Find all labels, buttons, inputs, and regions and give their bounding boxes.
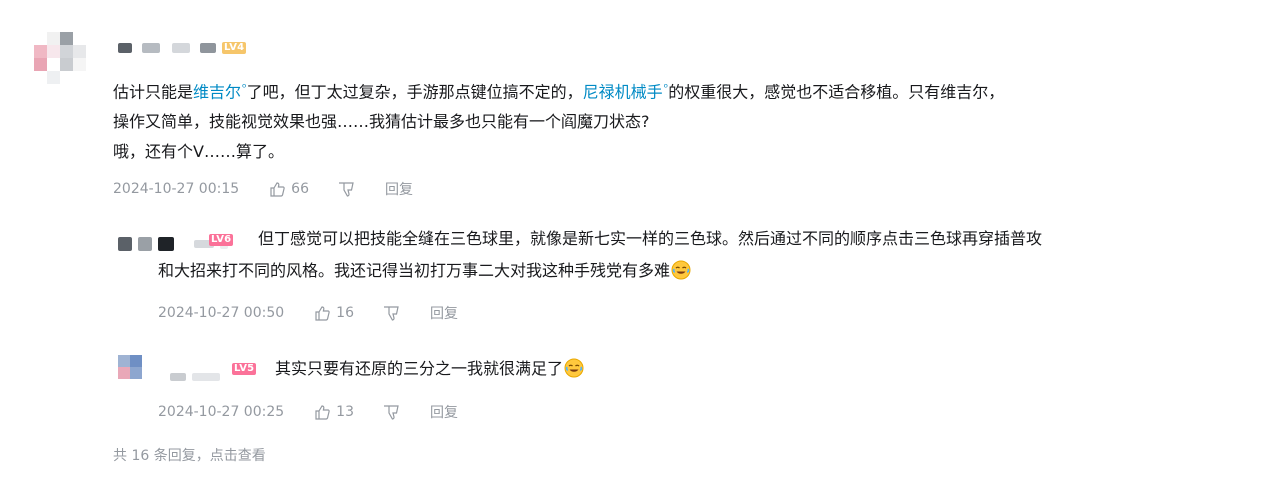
dislike-button[interactable] bbox=[382, 305, 400, 321]
reply-button[interactable]: 回复 bbox=[430, 303, 458, 323]
like-button[interactable]: 13 bbox=[314, 404, 354, 420]
like-count: 13 bbox=[336, 404, 354, 420]
username[interactable]: LV4 bbox=[118, 42, 247, 54]
reply-meta: 2024-10-27 00:25 13 回复 bbox=[158, 402, 458, 422]
reply-username[interactable] bbox=[170, 373, 220, 381]
comment-time: 2024-10-27 00:15 bbox=[113, 181, 240, 197]
like-count: 66 bbox=[291, 181, 309, 197]
like-button[interactable]: 16 bbox=[314, 305, 354, 321]
thumb-down-icon bbox=[339, 182, 354, 197]
reply-time: 2024-10-27 00:50 bbox=[158, 305, 285, 321]
reply-body: 但丁感觉可以把技能全缝在三色球里，就像是新七实一样的三色球。然后通过不同的顺序点… bbox=[158, 223, 1268, 287]
comment-meta: 2024-10-27 00:15 66 回复 bbox=[113, 179, 413, 199]
comment-body: 估计只能是维吉尔ᵒ了吧，但丁太过复杂，手游那点键位搞不定的，尼禄机械手ᵒ的权重很… bbox=[113, 73, 1263, 167]
thumb-up-icon bbox=[315, 306, 330, 321]
avatar[interactable] bbox=[34, 32, 86, 84]
like-count: 16 bbox=[336, 305, 354, 321]
reply-meta: 2024-10-27 00:50 16 回复 bbox=[158, 303, 458, 323]
dislike-button[interactable] bbox=[337, 181, 355, 197]
comment-text: 估计只能是 bbox=[113, 82, 194, 102]
laugh-cry-emoji bbox=[564, 357, 584, 378]
comment-text: 操作又简单，技能视觉效果也强……我猜估计最多也只能有一个阎魔刀状态? bbox=[113, 112, 650, 132]
reply-text: 其实只要有还原的三分之一我就很满足了 bbox=[275, 359, 564, 378]
like-button[interactable]: 66 bbox=[269, 181, 309, 197]
comment-text: 的权重很大，感觉也不适合移植。只有维吉尔， bbox=[668, 82, 1005, 102]
reply-button[interactable]: 回复 bbox=[430, 402, 458, 422]
reply-avatar[interactable] bbox=[118, 355, 154, 391]
reply-text: 但丁感觉可以把技能全缝在三色球里，就像是新七实一样的三色球。然后通过不同的顺序点… bbox=[258, 229, 1043, 248]
level-badge: LV5 bbox=[232, 363, 257, 375]
thumb-down-icon bbox=[384, 405, 399, 420]
level-badge: LV4 bbox=[222, 42, 247, 54]
thumb-down-icon bbox=[384, 306, 399, 321]
dislike-button[interactable] bbox=[382, 404, 400, 420]
reply-button[interactable]: 回复 bbox=[385, 179, 413, 199]
comment-text: 哦，还有个V……算了。 bbox=[113, 142, 284, 162]
reply-text: 和大招来打不同的风格。我还记得当初打万事二大对我这种手残党有多难 bbox=[158, 261, 671, 280]
reply-time: 2024-10-27 00:25 bbox=[158, 404, 285, 420]
reply-body: 其实只要有还原的三分之一我就很满足了 bbox=[275, 353, 584, 385]
thumb-up-icon bbox=[270, 182, 285, 197]
link-vergil[interactable]: 维吉尔 bbox=[193, 82, 241, 101]
view-more-replies-link[interactable]: 共 16 条回复，点击查看 bbox=[113, 445, 266, 465]
thumb-up-icon bbox=[315, 405, 330, 420]
link-nero-arm[interactable]: 尼禄机械手 bbox=[583, 82, 663, 101]
comment-text: 了吧，但丁太过复杂，手游那点键位搞不定的， bbox=[246, 82, 583, 102]
laugh-cry-emoji bbox=[671, 259, 691, 280]
